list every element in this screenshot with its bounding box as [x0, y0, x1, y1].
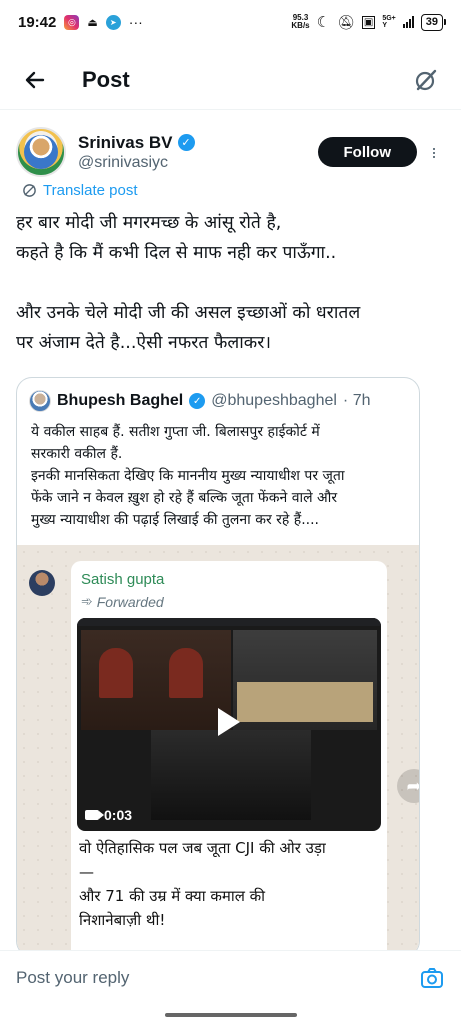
dnd-moon-icon: ☾ [316, 14, 331, 31]
battery-indicator: 39 [420, 13, 447, 31]
quote-author-handle: @bhupeshbaghel [211, 392, 337, 409]
follow-button[interactable]: Follow [317, 137, 417, 167]
telegram-icon: ➤ [105, 14, 121, 30]
play-icon[interactable] [218, 708, 240, 736]
translate-icon [23, 184, 36, 197]
caption-line: वो ऐतिहासिक पल जब जूता CJI की ओर उड़ा [79, 839, 326, 857]
more-notifications-icon: ··· [128, 14, 143, 30]
caption-line: निशानेबाज़ी थी! [79, 911, 166, 929]
quote-body: ये वकील साहब हैं. सतीश गुप्ता जी. बिलासप… [31, 421, 407, 531]
post-author-row: Srinivas BV ✓ @srinivasiyc Follow ··· [16, 124, 445, 180]
chat-caption: वो ऐतिहासिक पल जब जूता CJI की ओर उड़ा — … [79, 836, 379, 932]
instagram-icon: ◎ [64, 14, 80, 30]
verified-badge-icon: ✓ [177, 134, 195, 151]
forwarded-label: ➾ Forwarded [81, 593, 164, 610]
chat-sender-name: Satish gupta [81, 571, 165, 588]
post-text-line: पर अंजाम देते है...ऐसी नफरत फैलाकर। [16, 333, 272, 353]
translate-label: Translate post [43, 182, 138, 199]
video-duration: 0:03 [85, 807, 132, 823]
chat-bubble: Satish gupta ➾ Forwarded 0:03 वो ऐतिहासि… [71, 561, 387, 956]
back-button[interactable] [20, 65, 50, 95]
avatar[interactable] [16, 127, 66, 177]
post-body: हर बार मोदी जी मगरमच्छ के आंसू रोते है, … [16, 208, 447, 358]
grok-icon [415, 69, 437, 90]
verified-badge-icon: ✓ [189, 393, 206, 409]
post-text-line: हर बार मोदी जी मगरमच्छ के आंसू रोते है, [16, 213, 282, 233]
quote-media-image[interactable]: Satish gupta ➾ Forwarded 0:03 वो ऐतिहासि… [17, 545, 419, 956]
signal-icon [402, 16, 414, 28]
mute-icon: 🔕︎ [337, 13, 355, 30]
author-name[interactable]: Srinivas BV [78, 133, 173, 153]
post-text-line: कहते है कि मैं कभी दिल से माफ नही कर पाऊ… [16, 243, 337, 263]
arrow-left-icon [25, 71, 45, 88]
reply-input[interactable]: Post your reply [16, 968, 129, 988]
status-time: 19:42 [18, 13, 57, 31]
more-options-icon[interactable]: ··· [423, 146, 445, 158]
share-forward-icon: ➦ [397, 769, 419, 803]
page-title: Post [82, 66, 130, 92]
video-thumbnail[interactable]: 0:03 [77, 618, 381, 831]
author-handle[interactable]: @srinivasiyc [78, 154, 195, 172]
hd-icon: ▣ [361, 15, 376, 29]
net-speed: 95.3 KB/s [291, 13, 310, 30]
network-type: 5G+ Y [382, 15, 396, 29]
quote-time: · 7h [342, 392, 371, 409]
top-app-bar: Post [0, 50, 461, 110]
caption-line: — [79, 863, 94, 881]
chat-avatar [29, 570, 55, 596]
forward-icon: ➾ [81, 593, 93, 609]
grok-button[interactable] [411, 65, 441, 95]
video-camera-icon [85, 810, 104, 820]
quote-text-line: ये वकील साहब हैं. सतीश गुप्ता जी. बिलासप… [31, 424, 320, 440]
gesture-nav-bar[interactable] [165, 1013, 297, 1017]
quote-author-name: Bhupesh Baghel [57, 392, 184, 409]
add-photo-button[interactable] [419, 965, 445, 991]
quote-text-line: फेंके जाने न केवल ख़ुश हो रहे हैं बल्कि … [31, 490, 338, 506]
post-text-line: और उनके चेले मोदी जी की असल इच्छाओं को ध… [16, 303, 361, 323]
camera-icon [421, 967, 443, 988]
quoted-post-card[interactable]: Bhupesh Baghel ✓ @bhupeshbaghel · 7h ये … [16, 377, 420, 957]
status-bar: 19:42 ◎ ⏏ ➤ ··· 95.3 KB/s ☾ 🔕︎ ▣ 5G+ Y 3… [0, 0, 461, 44]
translate-post-link[interactable]: Translate post [22, 182, 138, 199]
reply-bar: Post your reply [0, 950, 461, 1004]
quote-text-line: मुख्य न्यायाधीश की पढ़ाई लिखाई की तुलना … [31, 512, 320, 528]
post-text-line [16, 268, 447, 298]
caption-line: और 71 की उम्र में क्या कमाल की [79, 887, 266, 905]
quote-text-line: इनकी मानसिकता देखिए कि माननीय मुख्य न्या… [31, 468, 345, 484]
notification-icon: ⏏ [87, 16, 98, 29]
quote-text-line: सरकारी वकील हैं. [31, 446, 123, 462]
quote-avatar [29, 390, 51, 412]
